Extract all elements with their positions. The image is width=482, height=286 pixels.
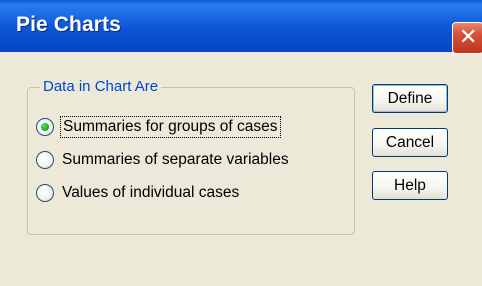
radio-summaries-variables[interactable]: Summaries of separate variables xyxy=(36,150,289,170)
cancel-button[interactable]: Cancel xyxy=(372,128,448,157)
radio-button[interactable] xyxy=(36,151,54,169)
close-icon: ✕ xyxy=(459,25,478,50)
radio-label-individual-cases: Values of individual cases xyxy=(62,184,240,201)
radio-label-summaries-groups: Summaries for groups of cases xyxy=(60,116,281,138)
define-button[interactable]: Define xyxy=(372,84,448,113)
radio-individual-cases[interactable]: Values of individual cases xyxy=(36,183,239,203)
pie-charts-dialog: Pie Charts ✕ Data in Chart Are Summaries… xyxy=(0,0,482,286)
radio-summaries-groups[interactable]: Summaries for groups of cases xyxy=(36,116,281,138)
groupbox-legend: Data in Chart Are xyxy=(40,78,162,95)
help-button[interactable]: Help xyxy=(372,171,448,200)
radio-selected-dot xyxy=(41,123,49,131)
close-button[interactable]: ✕ xyxy=(452,22,482,54)
radio-button[interactable] xyxy=(36,184,54,202)
window-title: Pie Charts xyxy=(16,13,121,36)
title-bar[interactable]: Pie Charts ✕ xyxy=(0,0,482,54)
radio-button-selected[interactable] xyxy=(36,118,54,136)
radio-label-summaries-variables: Summaries of separate variables xyxy=(62,151,289,168)
